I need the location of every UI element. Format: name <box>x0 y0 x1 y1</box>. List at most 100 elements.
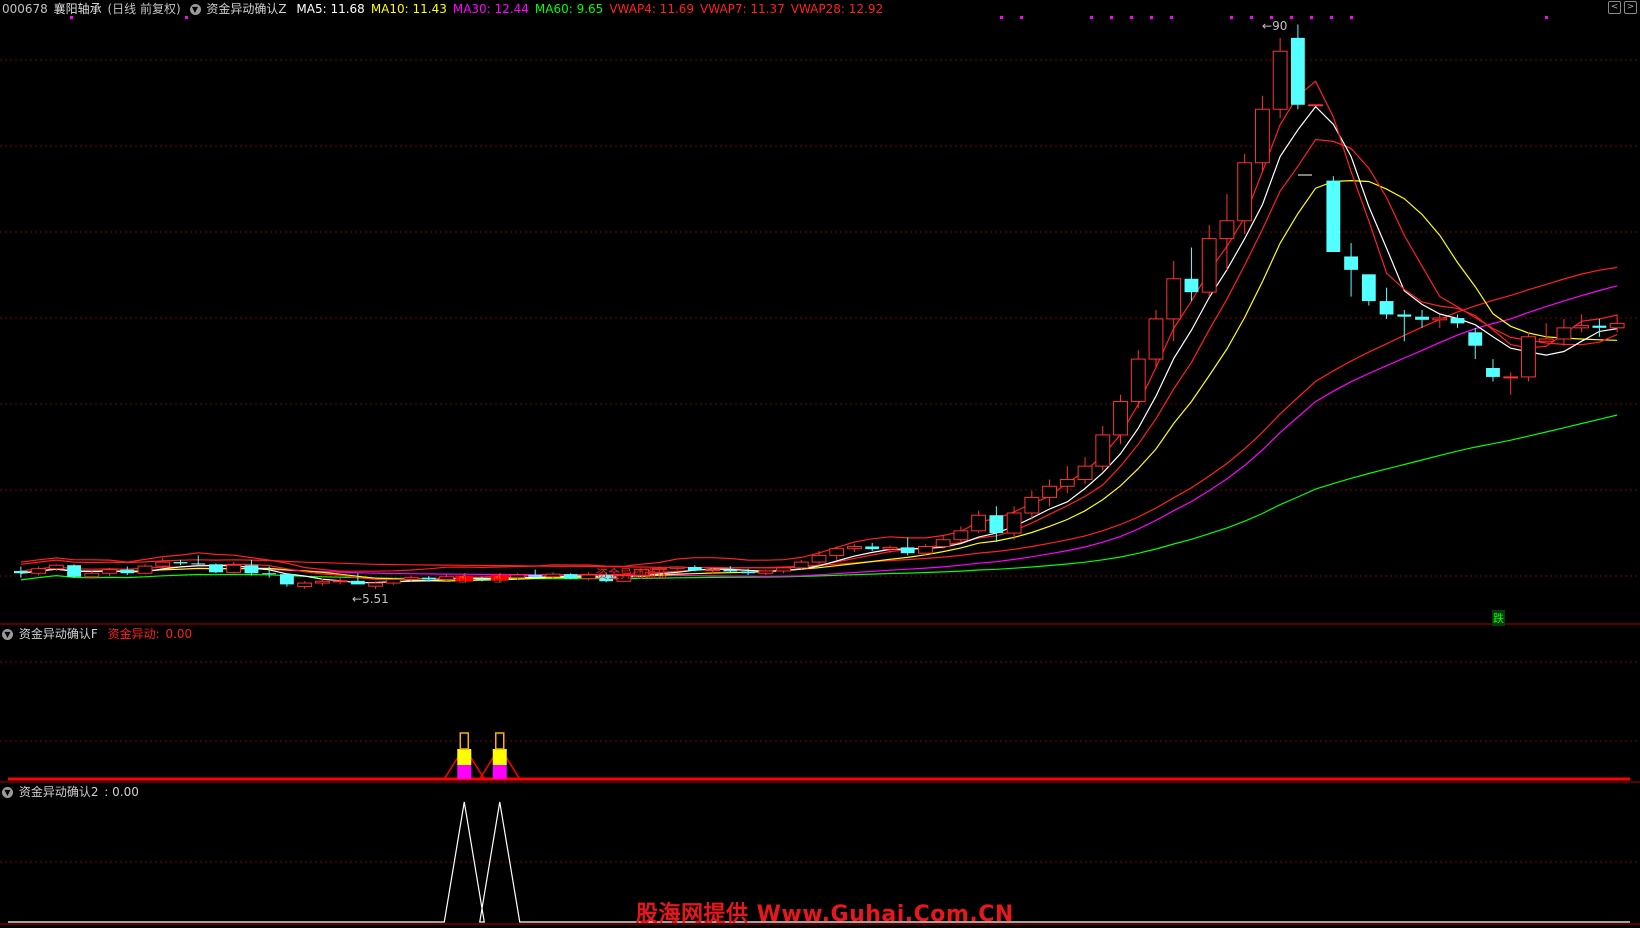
marker-dot <box>1230 16 1233 19</box>
candle-body <box>1415 316 1429 320</box>
marker-dot <box>1250 16 1253 19</box>
candle-body <box>31 568 47 574</box>
marker-dot <box>1020 16 1023 19</box>
candle-body <box>510 574 525 579</box>
candle-body <box>137 565 153 574</box>
candle-body <box>13 571 28 574</box>
signal-hand-icon: ☝ <box>458 571 467 587</box>
vwap4-line <box>20 80 1618 572</box>
candle-body <box>1077 465 1093 481</box>
candle-body <box>332 580 348 583</box>
candle-body <box>350 580 365 585</box>
candle-body <box>1042 485 1057 498</box>
candle-body <box>1254 108 1270 164</box>
candle-body <box>1397 314 1412 317</box>
marker-dot <box>1090 16 1093 19</box>
marker-dot <box>1350 16 1353 19</box>
high-arrow-icon: ← <box>1262 19 1273 33</box>
candle-body <box>776 567 791 572</box>
signal-bar-magenta <box>492 765 507 779</box>
candle-body <box>1024 496 1040 514</box>
candle-body <box>758 570 774 574</box>
candle-body <box>1184 278 1199 293</box>
candle-body <box>1308 104 1324 107</box>
candle-body <box>385 578 401 584</box>
candle-body <box>528 575 543 577</box>
candle-body <box>1574 325 1590 329</box>
candle-body <box>989 515 1004 534</box>
candle-body <box>1609 322 1625 329</box>
candle-body <box>741 571 755 574</box>
ma30-line <box>20 285 1618 578</box>
candle-body <box>297 582 313 588</box>
low-price-label: ←5.51 <box>352 592 389 606</box>
candle-body <box>1326 180 1341 252</box>
candle-body <box>1130 358 1146 402</box>
candle-body <box>368 582 384 587</box>
marker-dot <box>1150 16 1153 19</box>
candle-body <box>1361 274 1376 302</box>
candle-body <box>581 574 596 580</box>
signal-bar-yellow <box>492 749 507 765</box>
candle-body <box>793 561 809 569</box>
marker-dot <box>1330 16 1333 19</box>
signal-hand-icon: ☝ <box>494 571 503 587</box>
candle-body <box>314 580 330 584</box>
candle-body <box>918 545 933 554</box>
candle-body <box>209 564 223 573</box>
high-price-label: ←90 <box>1262 19 1288 33</box>
candle-body <box>1344 256 1359 270</box>
candle-body <box>421 577 436 580</box>
candle-body <box>1095 434 1111 467</box>
candle-body <box>882 546 898 550</box>
signal-bar-outline <box>459 732 470 750</box>
candle-body <box>279 574 294 585</box>
candle-body <box>173 562 188 564</box>
chart-canvas[interactable]: ☝ ☝ <box>0 0 1640 927</box>
ma5-line <box>20 105 1618 584</box>
candle-body <box>1006 512 1022 534</box>
candle-body <box>705 569 720 572</box>
marker-dot <box>70 16 73 19</box>
candle-body <box>953 530 969 541</box>
vwap28-line <box>20 266 1618 569</box>
marker-dot <box>1130 16 1133 19</box>
candle-body <box>687 566 702 571</box>
candle-body <box>1237 162 1253 222</box>
candle-body <box>1521 336 1536 378</box>
candle-body <box>48 564 64 570</box>
candle-body <box>1592 325 1607 328</box>
candle-body <box>1468 332 1483 346</box>
candle-body <box>669 566 685 569</box>
candle-body <box>1166 278 1182 320</box>
candle-body <box>811 554 827 563</box>
candle-body <box>155 561 171 567</box>
candle-body <box>84 572 100 578</box>
marker-dot <box>1290 16 1293 19</box>
candle-body <box>847 545 862 550</box>
candle-body <box>67 565 81 577</box>
vwap7-line <box>20 138 1618 581</box>
candle-body <box>723 569 738 572</box>
candle-body <box>191 563 206 565</box>
marker-dot <box>1000 16 1003 19</box>
candle-body <box>1379 301 1394 315</box>
candle-body <box>545 573 561 578</box>
marker-dot <box>1110 16 1113 19</box>
candle-body <box>935 539 951 547</box>
candle-body <box>226 564 242 573</box>
marker-dot <box>1170 16 1173 19</box>
signal-bar-outline <box>494 732 505 750</box>
candle-body <box>1432 317 1448 321</box>
marker-dot <box>1545 16 1548 19</box>
candle-body <box>1148 318 1164 360</box>
candle-body <box>1450 318 1465 324</box>
sell-signal-badge: 跌 <box>1492 610 1505 626</box>
candle-body <box>1272 50 1288 110</box>
signal-bar-yellow <box>457 749 472 765</box>
candle-body <box>563 574 578 579</box>
candle-body <box>439 576 454 580</box>
candle-body <box>900 547 915 554</box>
candle-body <box>1059 479 1075 487</box>
candle-body <box>1556 327 1572 340</box>
